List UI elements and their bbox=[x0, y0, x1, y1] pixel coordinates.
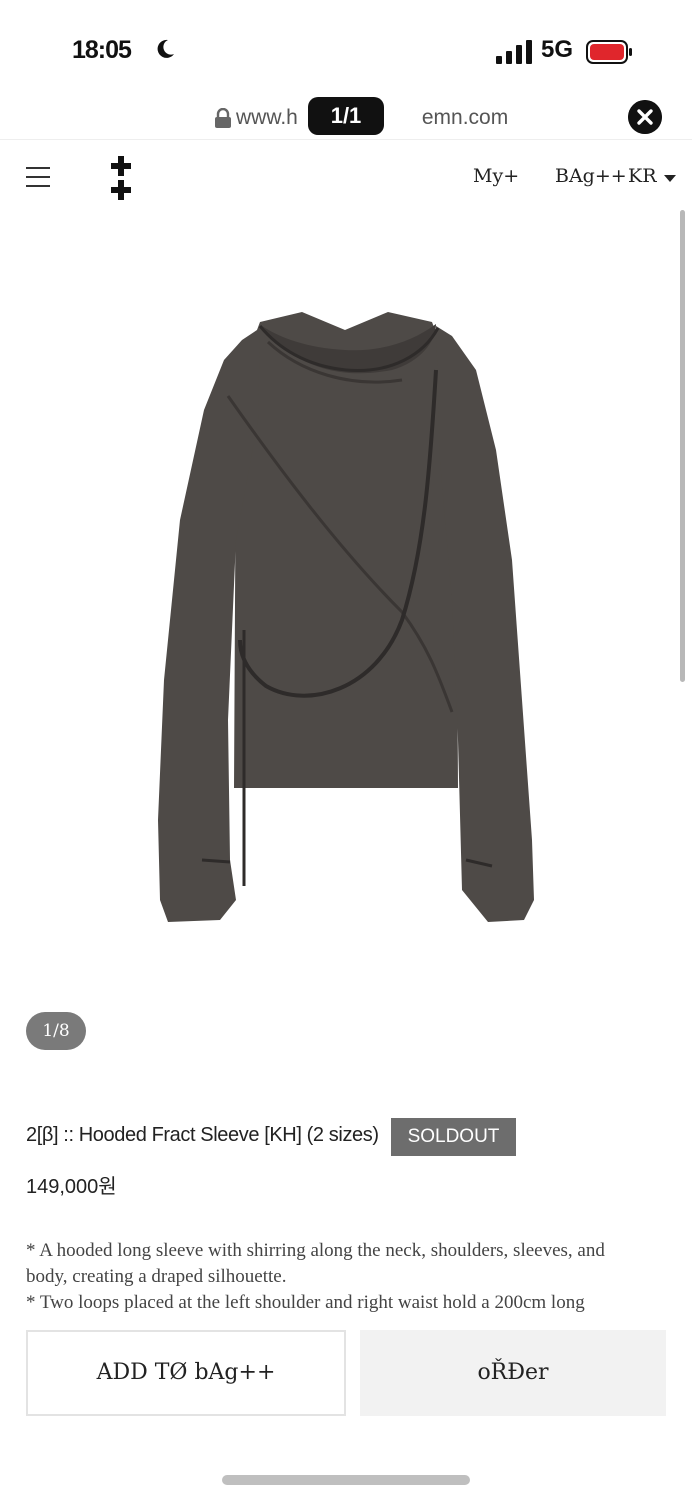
order-button[interactable]: oŘĐer bbox=[360, 1330, 666, 1416]
gallery-counter: 1/8 bbox=[26, 1012, 86, 1050]
status-bar: 18:05 5G bbox=[0, 0, 692, 100]
browser-url-bar[interactable]: www.h emn.com 1/1 bbox=[0, 92, 692, 140]
url-suffix: emn.com bbox=[421, 106, 509, 129]
moon-icon bbox=[157, 39, 174, 58]
description-line: * A hooded long sleeve with shirring alo… bbox=[26, 1240, 605, 1261]
url-prefix: www.h bbox=[236, 106, 298, 129]
product-image[interactable] bbox=[140, 300, 550, 930]
signal-icon bbox=[496, 40, 532, 64]
scrollbar[interactable] bbox=[680, 210, 685, 682]
network-type: 5G bbox=[541, 36, 574, 63]
caret-down-icon[interactable] bbox=[664, 175, 676, 183]
nav-bag[interactable]: BAg++ bbox=[555, 165, 627, 187]
description-line: * Two loops placed at the left shoulder … bbox=[26, 1292, 585, 1313]
bottom-action-bar: ADD TØ bAg++ oŘĐer bbox=[0, 1314, 692, 1500]
logo-icon[interactable] bbox=[110, 156, 132, 200]
nav-my-account[interactable]: My+ bbox=[473, 165, 519, 187]
soldout-badge: SOLDOUT bbox=[391, 1118, 516, 1156]
site-header: My+ BAg++ KR bbox=[0, 150, 692, 206]
lock-icon bbox=[215, 108, 231, 128]
product-title: 2[β] :: Hooded Fract Sleeve [KH] (2 size… bbox=[26, 1124, 379, 1146]
language-select[interactable]: KR bbox=[628, 165, 657, 187]
close-icon[interactable] bbox=[628, 100, 662, 134]
add-to-bag-button[interactable]: ADD TØ bAg++ bbox=[26, 1330, 346, 1416]
battery-icon bbox=[586, 40, 632, 64]
status-time: 18:05 bbox=[72, 36, 132, 64]
home-indicator[interactable] bbox=[222, 1475, 470, 1485]
page-count-pill: 1/1 bbox=[308, 97, 384, 135]
description-line: body, creating a draped silhouette. bbox=[26, 1266, 287, 1287]
hamburger-menu-icon[interactable] bbox=[26, 166, 50, 188]
product-description: * A hooded long sleeve with shirring alo… bbox=[26, 1238, 666, 1316]
product-title-row: 2[β] :: Hooded Fract Sleeve [KH] (2 size… bbox=[26, 1118, 666, 1158]
product-price: 149,000원 bbox=[26, 1176, 117, 1198]
